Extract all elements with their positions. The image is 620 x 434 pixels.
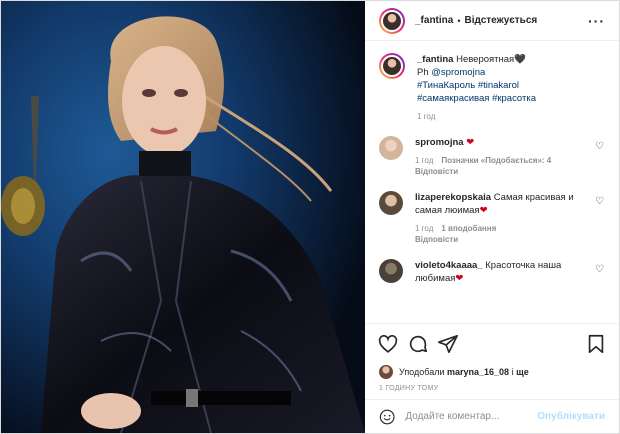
post-actions — [365, 323, 619, 363]
caption-mention[interactable]: @spromojna — [431, 67, 485, 78]
black-heart-emoji: 🖤 — [514, 54, 527, 65]
comment-time[interactable]: 1 год — [415, 224, 433, 233]
post-sidebar: _fantina • Відстежується ··· _fantina Не… — [365, 1, 619, 433]
likes-summary: Уподобали maryna_16_08 і ще — [365, 363, 619, 381]
comment-username[interactable]: violeto4kaaaa_ — [415, 260, 483, 271]
heart-icon[interactable] — [377, 333, 399, 355]
commenter-avatar[interactable] — [379, 259, 403, 283]
comment-username[interactable]: spromojna — [415, 137, 464, 148]
commenter-avatar[interactable] — [379, 191, 403, 215]
bookmark-icon[interactable] — [585, 333, 607, 355]
reply-button[interactable]: Відповісти — [415, 167, 458, 176]
comment-icon[interactable] — [407, 333, 429, 355]
caption-hashtags-1[interactable]: #ТинаКароль #tinakarol — [417, 80, 519, 91]
like-comment-heart-icon[interactable]: ♡ — [595, 197, 605, 207]
caption-username[interactable]: _fantina — [417, 54, 453, 65]
comment-likes[interactable]: 1 вподобання — [441, 224, 496, 233]
header-separator: • — [457, 15, 461, 26]
portrait-image — [1, 1, 365, 433]
caption-credit-prefix: Ph — [417, 67, 432, 78]
liker-username[interactable]: maryna_16_08 — [447, 367, 509, 377]
comment-meta: 1 год Позначки «Подобається»: 4 Відповіст… — [415, 155, 585, 177]
comment-item: violeto4kaaaa_ Красоточка наша любимая❤ … — [379, 259, 605, 285]
likes-prefix: Уподобали — [399, 367, 445, 377]
caption-hashtags-2[interactable]: #самаякрасивая #красотка — [417, 93, 536, 104]
caption-text: Невероятная — [456, 54, 515, 65]
post-timestamp[interactable]: 1 ГОДИНУ ТОМУ — [365, 381, 619, 399]
comment-input[interactable] — [405, 411, 538, 422]
red-heart-emoji: ❤ — [466, 137, 475, 148]
like-comment-heart-icon[interactable]: ♡ — [595, 265, 605, 275]
more-horizontal-icon[interactable]: ··· — [588, 13, 605, 29]
caption-avatar[interactable] — [379, 53, 405, 79]
liker-avatar[interactable] — [379, 365, 393, 379]
caption-meta: 1 год — [417, 111, 585, 122]
comments-list: _fantina Невероятная🖤 Ph @spromojna #Тин… — [365, 41, 619, 323]
caption-time[interactable]: 1 год — [417, 112, 435, 121]
author-username[interactable]: _fantina — [415, 15, 453, 26]
red-heart-emoji: ❤ — [455, 273, 464, 284]
comment-body: spromojna ❤ 1 год Позначки «Подобається»:… — [415, 136, 605, 177]
caption: _fantina Невероятная🖤 Ph @spromojna #Тин… — [379, 53, 605, 122]
post-comment-button[interactable]: Опублікувати — [537, 411, 605, 422]
comment-item: lizaperekopskaia Самая красивая и самая … — [379, 191, 605, 245]
comment-meta: 1 год 1 вподобання Відповісти — [415, 223, 585, 245]
likes-middle: і — [511, 367, 514, 377]
emoji-icon[interactable] — [379, 408, 395, 426]
post-header: _fantina • Відстежується ··· — [365, 1, 619, 41]
share-icon[interactable] — [437, 333, 459, 355]
comment-likes[interactable]: Позначки «Подобається»: 4 — [441, 156, 551, 165]
comment-body: violeto4kaaaa_ Красоточка наша любимая❤ — [415, 259, 605, 285]
red-heart-emoji: ❤ — [479, 205, 488, 216]
comment-body: lizaperekopskaia Самая красивая и самая … — [415, 191, 605, 245]
following-button[interactable]: Відстежується — [465, 15, 538, 26]
like-comment-heart-icon[interactable]: ♡ — [595, 142, 605, 152]
post-photo[interactable] — [1, 1, 365, 433]
likes-others[interactable]: ще — [516, 367, 529, 377]
comment-time[interactable]: 1 год — [415, 156, 433, 165]
author-avatar[interactable] — [379, 7, 405, 34]
instagram-post-window: _fantina • Відстежується ··· _fantina Не… — [0, 0, 620, 434]
comment-username[interactable]: lizaperekopskaia — [415, 192, 491, 203]
add-comment-bar: Опублікувати — [365, 399, 619, 433]
reply-button[interactable]: Відповісти — [415, 235, 458, 244]
caption-body: _fantina Невероятная🖤 Ph @spromojna #Тин… — [417, 53, 605, 122]
commenter-avatar[interactable] — [379, 136, 403, 160]
comment-item: spromojna ❤ 1 год Позначки «Подобається»:… — [379, 136, 605, 177]
